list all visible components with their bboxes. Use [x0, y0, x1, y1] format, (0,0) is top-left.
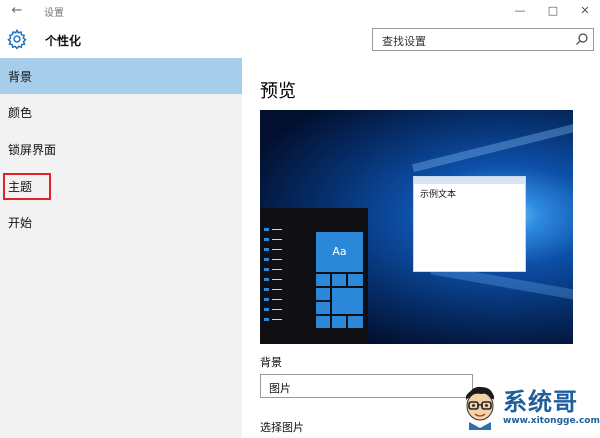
preview-sample-window: 示例文本 — [413, 176, 526, 272]
sidebar-item-background[interactable]: 背景 — [0, 58, 242, 94]
background-label: 背景 — [260, 356, 282, 369]
preview-tile — [332, 274, 346, 286]
minimize-icon[interactable]: — — [506, 2, 534, 20]
search-input[interactable]: 查找设置 — [372, 28, 594, 51]
sidebar-item-color[interactable]: 颜色 — [0, 94, 242, 130]
menu-entry — [264, 258, 284, 261]
sidebar-item-label: 颜色 — [8, 106, 33, 120]
sidebar-item-start[interactable]: 开始 — [0, 204, 242, 240]
sidebar-item-label: 背景 — [8, 70, 33, 84]
choose-picture-label: 选择图片 — [260, 421, 304, 434]
watermark: 系统哥 www.xitongge.com — [455, 382, 600, 434]
search-placeholder: 查找设置 — [382, 35, 426, 48]
preview-tile — [316, 274, 330, 286]
sidebar-item-themes[interactable]: 主题 — [0, 168, 242, 204]
preview-tile — [316, 316, 330, 328]
preview-tile — [316, 288, 330, 300]
header: 个性化 查找设置 — [0, 22, 600, 58]
preview-image: Aa 示例文本 — [260, 110, 573, 344]
main-content: 预览 Aa 示例文本 背景 图片 选择图片 — [242, 58, 600, 438]
menu-entry — [264, 288, 284, 291]
menu-entry — [264, 238, 284, 241]
page-title: 预览 — [260, 81, 296, 102]
sidebar-item-lock-screen[interactable]: 锁屏界面 — [0, 131, 242, 167]
menu-entry — [264, 278, 284, 281]
window-title: 设置 — [44, 8, 64, 19]
preview-tile — [316, 302, 330, 314]
sidebar-item-label: 主题 — [2, 173, 52, 200]
preview-start-menu: Aa — [260, 208, 368, 344]
maximize-icon[interactable]: □ — [539, 2, 567, 20]
preview-tile-aa: Aa — [316, 232, 363, 272]
background-dropdown[interactable]: 图片 — [260, 374, 473, 398]
preview-tile — [348, 316, 363, 328]
menu-entry — [264, 308, 284, 311]
preview-tile — [332, 288, 363, 314]
mascot-logo-icon — [466, 386, 494, 430]
menu-entry — [264, 228, 284, 231]
background-dropdown-value: 图片 — [269, 382, 291, 395]
watermark-url: www.xitongge.com — [503, 416, 600, 426]
light-beam — [412, 115, 573, 173]
sample-window-text: 示例文本 — [420, 190, 457, 200]
gear-icon — [7, 28, 27, 50]
menu-entry — [264, 318, 284, 321]
preview-tile — [348, 274, 363, 286]
watermark-title: 系统哥 — [503, 388, 578, 416]
app-name: 个性化 — [45, 34, 82, 48]
sidebar-item-label: 开始 — [8, 216, 33, 230]
back-arrow-icon[interactable]: ← — [8, 3, 26, 19]
menu-entry — [264, 248, 284, 251]
sidebar-item-label: 锁屏界面 — [8, 143, 57, 157]
menu-entry — [264, 268, 284, 271]
close-icon[interactable]: ✕ — [571, 2, 599, 20]
preview-tile — [332, 316, 346, 328]
search-icon[interactable] — [575, 32, 589, 46]
menu-entry — [264, 298, 284, 301]
sample-window-titlebar — [414, 177, 525, 184]
sidebar: 背景 颜色 锁屏界面 主题 开始 — [0, 58, 242, 438]
title-bar: ← 设置 — □ ✕ — [0, 0, 600, 22]
